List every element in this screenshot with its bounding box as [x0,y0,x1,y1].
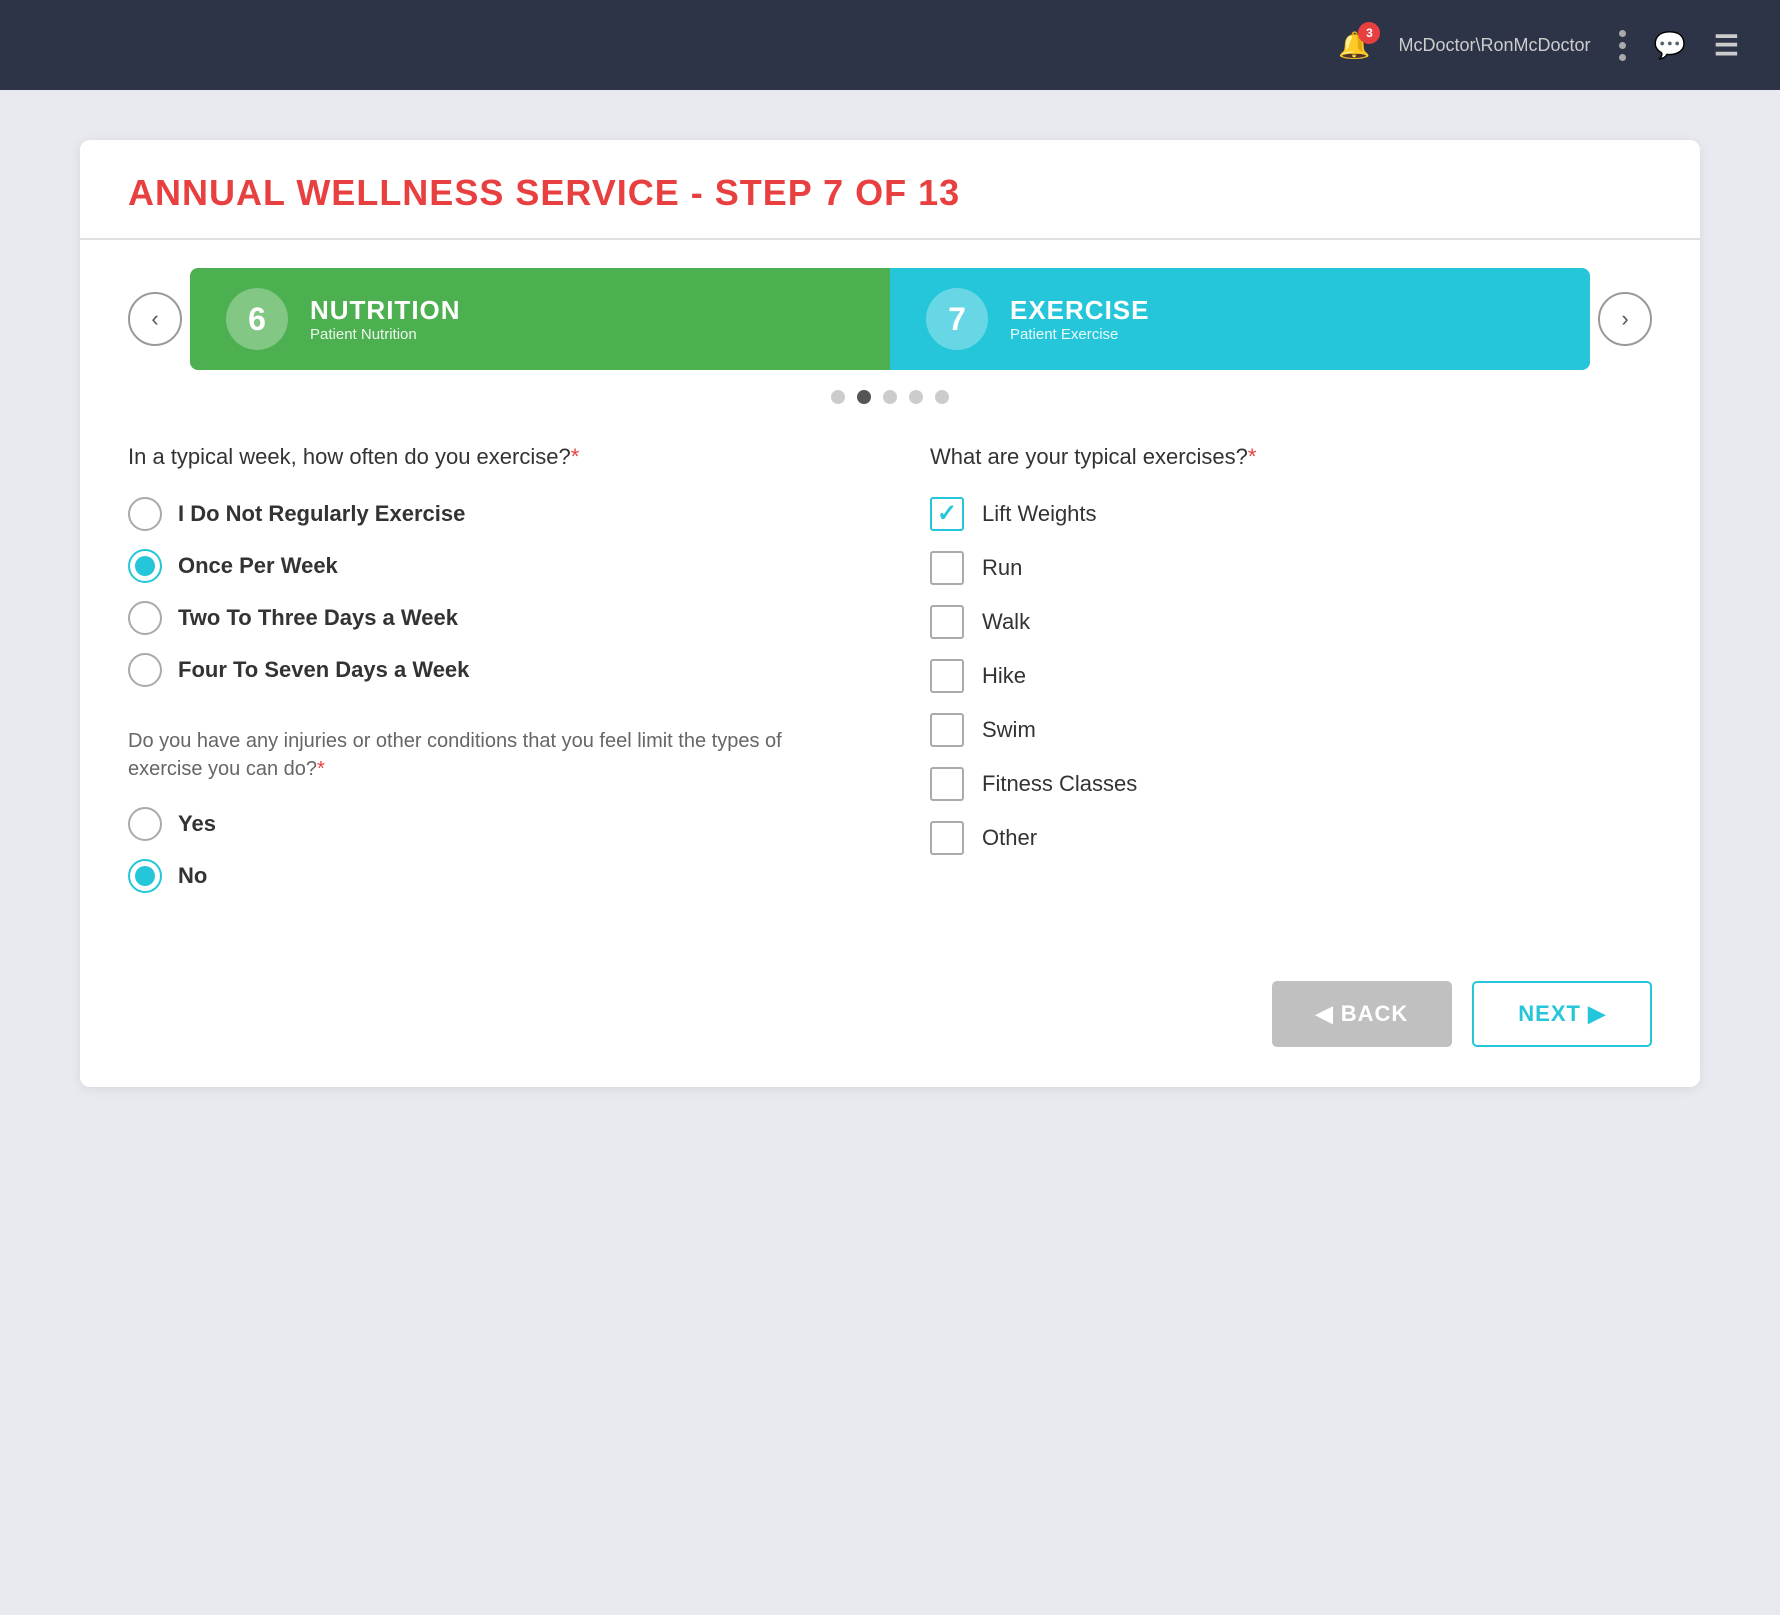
next-button[interactable]: NEXT ▶ [1472,981,1652,1047]
notification-bell[interactable]: 🔔 3 [1338,30,1370,61]
radio-no-fill [135,866,155,886]
radio-once-per-week-label: Once Per Week [178,553,338,579]
checkbox-other-label: Other [982,825,1037,851]
checkbox-run-box[interactable] [930,551,964,585]
radio-two-three-days[interactable]: Two To Three Days a Week [128,601,850,635]
tab-7-text: EXERCISE Patient Exercise [1010,295,1150,343]
checkbox-swim[interactable]: Swim [930,713,1652,747]
checkbox-other[interactable]: Other [930,821,1652,855]
dot-1 [831,390,845,404]
header: 🔔 3 McDoctor\RonMcDoctor 💬 ☰ [0,0,1780,90]
checkmark-lift-weights: ✓ [937,499,957,528]
checkbox-fitness-classes[interactable]: Fitness Classes [930,767,1652,801]
checkbox-swim-label: Swim [982,717,1036,743]
radio-no-exercise-button[interactable] [128,497,162,531]
frequency-radio-group: I Do Not Regularly Exercise Once Per Wee… [128,497,850,687]
checkbox-hike-label: Hike [982,663,1026,689]
form-footer: ◀ BACK NEXT ▶ [80,981,1700,1087]
radio-no-button[interactable] [128,859,162,893]
tab-7-subtitle: Patient Exercise [1010,326,1150,343]
page-title: ANNUAL WELLNESS SERVICE - STEP 7 OF 13 [128,172,1652,214]
radio-no[interactable]: No [128,859,850,893]
radio-no-exercise-label: I Do Not Regularly Exercise [178,501,465,527]
checkbox-lift-weights[interactable]: ✓ Lift Weights [930,497,1652,531]
radio-four-seven-days-button[interactable] [128,653,162,687]
main-content: ANNUAL WELLNESS SERVICE - STEP 7 OF 13 ‹… [0,90,1780,1137]
dots-indicator [128,370,1652,414]
notification-count: 3 [1358,22,1380,44]
exercises-question: What are your typical exercises?* [930,442,1652,473]
checkbox-run[interactable]: Run [930,551,1652,585]
checkbox-hike[interactable]: Hike [930,659,1652,693]
tab-7-number: 7 [926,288,988,350]
next-arrow-button[interactable]: › [1598,292,1652,346]
radio-once-per-week-fill [135,556,155,576]
wizard-card: ANNUAL WELLNESS SERVICE - STEP 7 OF 13 ‹… [80,140,1700,1087]
frequency-question: In a typical week, how often do you exer… [128,442,850,473]
dot-3 [883,390,897,404]
tab-6-title: NUTRITION [310,295,461,326]
dot-5 [935,390,949,404]
chat-icon[interactable]: 💬 [1654,30,1686,61]
radio-yes-button[interactable] [128,807,162,841]
radio-four-seven-days-label: Four To Seven Days a Week [178,657,469,683]
radio-yes-label: Yes [178,811,216,837]
checkbox-lift-weights-box[interactable]: ✓ [930,497,964,531]
prev-arrow-button[interactable]: ‹ [128,292,182,346]
tab-7-title: EXERCISE [1010,295,1150,326]
injuries-question: Do you have any injuries or other condit… [128,727,850,783]
checkbox-walk[interactable]: Walk [930,605,1652,639]
checkbox-other-box[interactable] [930,821,964,855]
more-options-icon[interactable] [1619,30,1626,61]
tab-6-subtitle: Patient Nutrition [310,326,461,343]
radio-once-per-week[interactable]: Once Per Week [128,549,850,583]
radio-two-three-days-button[interactable] [128,601,162,635]
tab-6-number: 6 [226,288,288,350]
radio-two-three-days-label: Two To Three Days a Week [178,605,458,631]
checkbox-fitness-classes-box[interactable] [930,767,964,801]
checkbox-run-label: Run [982,555,1022,581]
checkbox-swim-box[interactable] [930,713,964,747]
right-column: What are your typical exercises?* ✓ Lift… [930,442,1652,933]
back-button[interactable]: ◀ BACK [1272,981,1453,1047]
checkbox-walk-box[interactable] [930,605,964,639]
radio-once-per-week-button[interactable] [128,549,162,583]
card-header: ANNUAL WELLNESS SERVICE - STEP 7 OF 13 [80,140,1700,240]
left-column: In a typical week, how often do you exer… [128,442,850,933]
required-star-3: * [1248,444,1257,469]
radio-four-seven-days[interactable]: Four To Seven Days a Week [128,653,850,687]
tab-exercise[interactable]: 7 EXERCISE Patient Exercise [890,268,1590,370]
username-label: McDoctor\RonMcDoctor [1398,35,1590,56]
form-content: In a typical week, how often do you exer… [80,414,1700,981]
required-star-2: * [317,758,325,780]
injuries-radio-group: Yes No [128,807,850,893]
required-star-1: * [571,444,580,469]
step-tabs-row: ‹ 6 NUTRITION Patient Nutrition [128,240,1652,370]
tab-6-text: NUTRITION Patient Nutrition [310,295,461,343]
exercises-checkbox-group: ✓ Lift Weights Run Walk [930,497,1652,855]
tab-nutrition[interactable]: 6 NUTRITION Patient Nutrition [190,268,890,370]
dot-2 [857,390,871,404]
radio-no-exercise[interactable]: I Do Not Regularly Exercise [128,497,850,531]
radio-no-label: No [178,863,207,889]
dot-4 [909,390,923,404]
checkbox-walk-label: Walk [982,609,1030,635]
checkbox-lift-weights-label: Lift Weights [982,501,1097,527]
radio-yes[interactable]: Yes [128,807,850,841]
tabs-container: 6 NUTRITION Patient Nutrition 7 E [190,268,1590,370]
checkbox-hike-box[interactable] [930,659,964,693]
menu-icon[interactable]: ☰ [1714,29,1740,62]
checkbox-fitness-classes-label: Fitness Classes [982,771,1137,797]
